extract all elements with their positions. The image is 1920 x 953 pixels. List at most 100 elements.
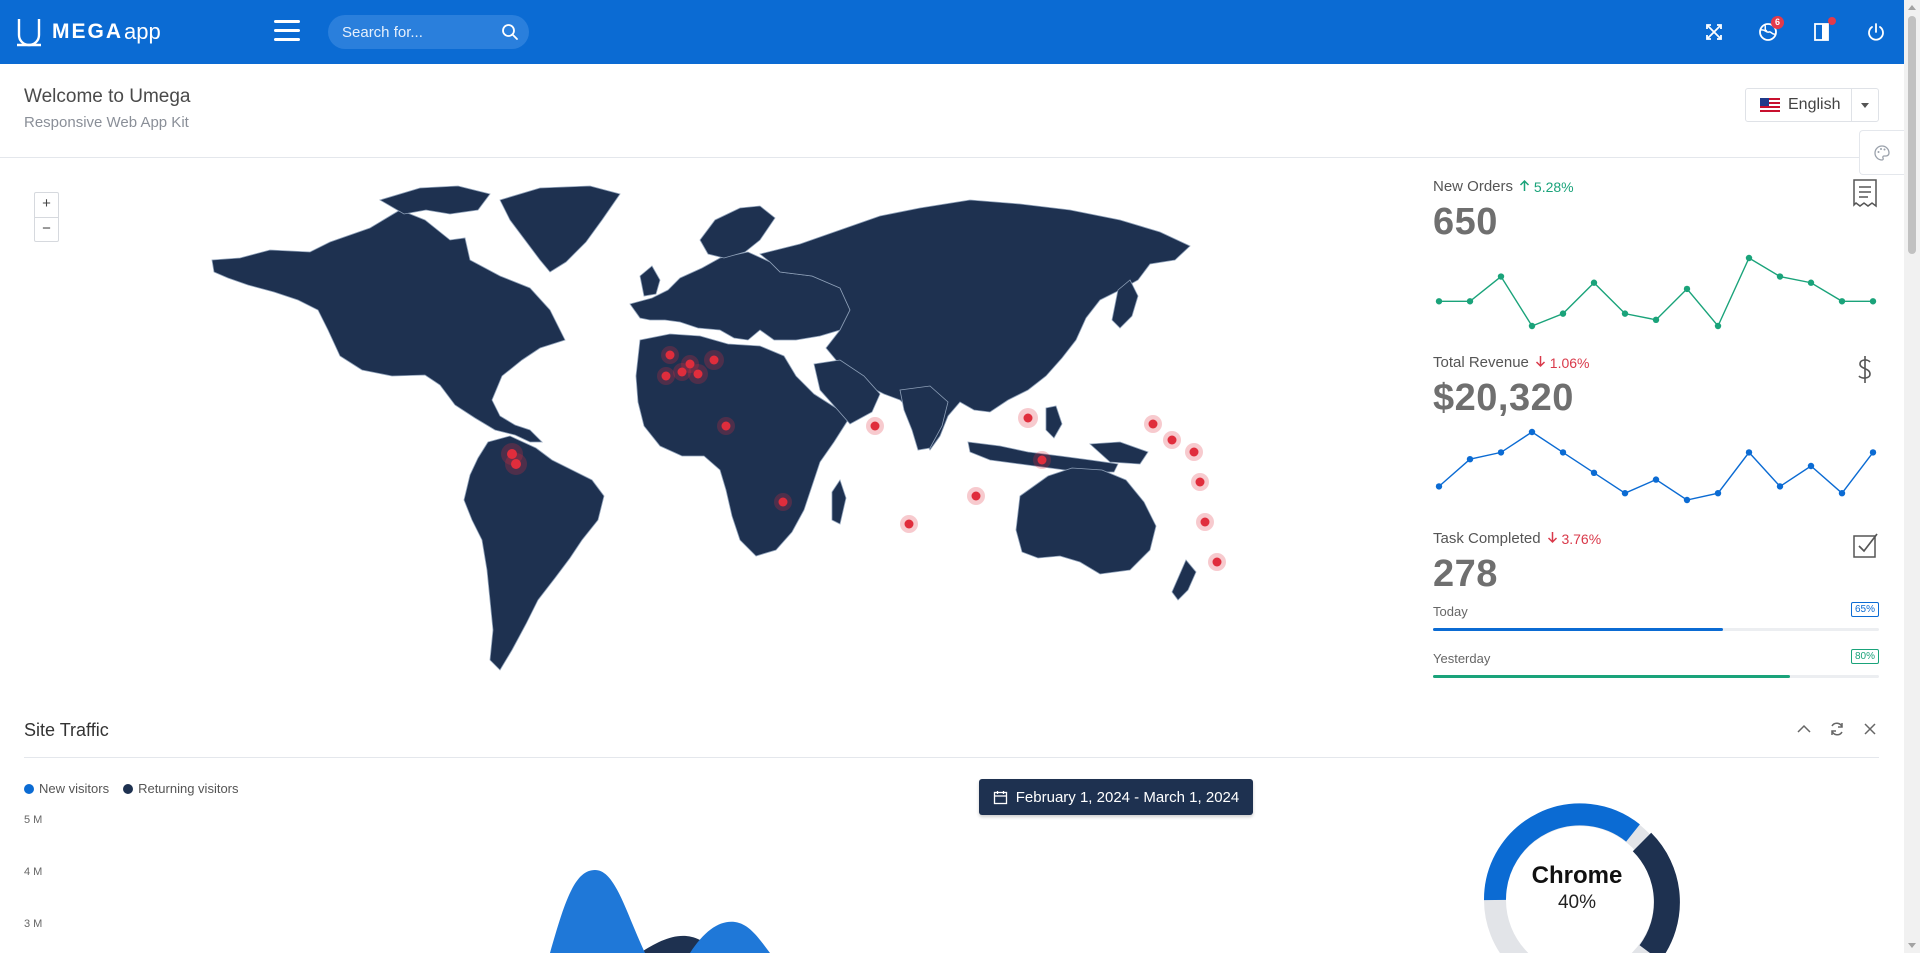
sparkline-point bbox=[1714, 490, 1722, 497]
map-marker bbox=[1195, 477, 1205, 487]
progress-today: Today 65% bbox=[1433, 602, 1879, 631]
sparkline-point bbox=[1466, 456, 1474, 463]
stat-change: 3.76% bbox=[1547, 530, 1602, 547]
sparkline-point bbox=[1621, 310, 1629, 317]
map-marker bbox=[721, 421, 731, 431]
map-new-zealand bbox=[1171, 559, 1197, 601]
date-range-label: February 1, 2024 - March 1, 2024 bbox=[1015, 788, 1240, 806]
search-box bbox=[328, 15, 529, 49]
map-marker bbox=[693, 369, 703, 379]
stat-change-value: 3.76% bbox=[1561, 530, 1602, 547]
brand-logo[interactable]: MEGA app bbox=[16, 14, 161, 50]
map-marker bbox=[870, 421, 880, 431]
umega-logo-icon bbox=[17, 19, 41, 47]
map-zoom-controls: + − bbox=[34, 192, 59, 242]
donut-center-label: Chrome bbox=[1531, 862, 1623, 889]
legend-item[interactable]: Returning visitors bbox=[123, 781, 239, 796]
map-australia bbox=[1015, 467, 1157, 575]
date-range-picker[interactable]: February 1, 2024 - March 1, 2024 bbox=[979, 779, 1253, 815]
map-marker bbox=[1037, 455, 1047, 465]
fullscreen-icon[interactable] bbox=[1702, 20, 1726, 44]
progress-fill bbox=[1433, 675, 1790, 678]
close-icon[interactable] bbox=[1861, 720, 1879, 738]
progress-percent: 65% bbox=[1850, 602, 1879, 617]
map-marker bbox=[685, 359, 695, 369]
sparkline-point bbox=[1590, 469, 1598, 476]
sparkline-point bbox=[1745, 449, 1753, 456]
orders-sparkline bbox=[1435, 254, 1877, 330]
map-marker bbox=[1023, 413, 1033, 423]
page-header: Welcome to Umega Responsive Web App Kit … bbox=[0, 64, 1904, 158]
scroll-down-icon[interactable] bbox=[1908, 943, 1916, 948]
sparkline-point bbox=[1838, 490, 1846, 497]
notifications-badge: 6 bbox=[1771, 16, 1784, 29]
arrow-up-icon bbox=[1520, 179, 1530, 191]
page-title: Welcome to Umega bbox=[24, 86, 191, 107]
sparkline-point bbox=[1435, 483, 1443, 490]
page-scrollbar[interactable] bbox=[1904, 0, 1920, 953]
progress-track bbox=[1433, 628, 1879, 631]
scroll-up-icon[interactable] bbox=[1908, 5, 1916, 10]
sparkline-point bbox=[1528, 428, 1536, 436]
map-marker bbox=[904, 519, 914, 529]
palette-icon bbox=[1874, 144, 1890, 161]
sparkline-point bbox=[1528, 322, 1536, 330]
progress-percent: 80% bbox=[1850, 649, 1879, 664]
refresh-icon[interactable] bbox=[1828, 720, 1846, 738]
messages-button[interactable] bbox=[1810, 17, 1836, 44]
scrollbar-thumb[interactable] bbox=[1908, 16, 1916, 254]
notifications-button[interactable]: 6 bbox=[1756, 16, 1784, 44]
sparkline-point bbox=[1807, 462, 1815, 470]
language-button[interactable]: English bbox=[1746, 89, 1851, 121]
sparkline-point bbox=[1683, 496, 1691, 504]
legend-label: New visitors bbox=[39, 781, 110, 796]
sparkline-point bbox=[1838, 298, 1846, 305]
dollar-icon bbox=[1858, 356, 1871, 383]
search-input[interactable] bbox=[342, 15, 502, 49]
arrow-down-icon bbox=[1547, 531, 1557, 543]
revenue-sparkline bbox=[1435, 428, 1877, 504]
sparkline-point bbox=[1869, 298, 1877, 305]
donut-segment-other bbox=[1632, 832, 1680, 953]
map-marker bbox=[778, 497, 788, 507]
sparkline-point bbox=[1497, 273, 1505, 280]
legend-dot bbox=[123, 783, 134, 794]
world-map[interactable] bbox=[200, 180, 1230, 680]
donut-center-value: 40% bbox=[1557, 892, 1597, 913]
sparkline-point bbox=[1559, 310, 1567, 317]
page-subtitle: Responsive Web App Kit bbox=[24, 114, 189, 131]
search-icon[interactable] bbox=[501, 23, 519, 41]
stat-change: 1.06% bbox=[1535, 355, 1590, 371]
theme-settings-tab[interactable] bbox=[1859, 130, 1904, 175]
sparkline-point bbox=[1590, 279, 1598, 286]
progress-label: Today bbox=[1433, 604, 1468, 619]
map-marker bbox=[661, 371, 671, 381]
map-marker bbox=[511, 459, 521, 469]
language-selector[interactable]: English bbox=[1745, 88, 1879, 122]
section-title: Site Traffic bbox=[24, 720, 109, 740]
sparkline-point bbox=[1621, 490, 1629, 497]
map-zoom-in-button[interactable]: + bbox=[35, 193, 58, 217]
brand-name-mega: MEGA bbox=[52, 20, 123, 43]
stat-change-value: 5.28% bbox=[1533, 178, 1574, 195]
traffic-legend: New visitors Returning visitors bbox=[24, 781, 253, 796]
sparkline-point bbox=[1714, 322, 1722, 330]
map-marker bbox=[1167, 435, 1177, 445]
map-canada-islands bbox=[379, 185, 491, 215]
hamburger-menu-icon[interactable] bbox=[274, 20, 300, 42]
caret-down-icon bbox=[1861, 102, 1870, 108]
map-zoom-out-button[interactable]: − bbox=[35, 217, 58, 241]
map-marker bbox=[677, 367, 687, 377]
brand-name-app: app bbox=[124, 19, 161, 44]
stat-change-value: 1.06% bbox=[1549, 354, 1590, 371]
site-traffic-header: Site Traffic bbox=[24, 704, 1879, 758]
sparkline-point bbox=[1435, 298, 1443, 305]
legend-item[interactable]: New visitors bbox=[24, 781, 109, 796]
stat-label: New Orders bbox=[1433, 178, 1514, 195]
collapse-icon[interactable] bbox=[1795, 720, 1813, 738]
stat-value: $20,320 bbox=[1433, 377, 1574, 419]
power-icon[interactable] bbox=[1864, 20, 1888, 44]
y-axis-tick: 3 M bbox=[24, 918, 43, 930]
map-marker bbox=[709, 355, 719, 365]
language-dropdown-toggle[interactable] bbox=[1851, 89, 1878, 121]
